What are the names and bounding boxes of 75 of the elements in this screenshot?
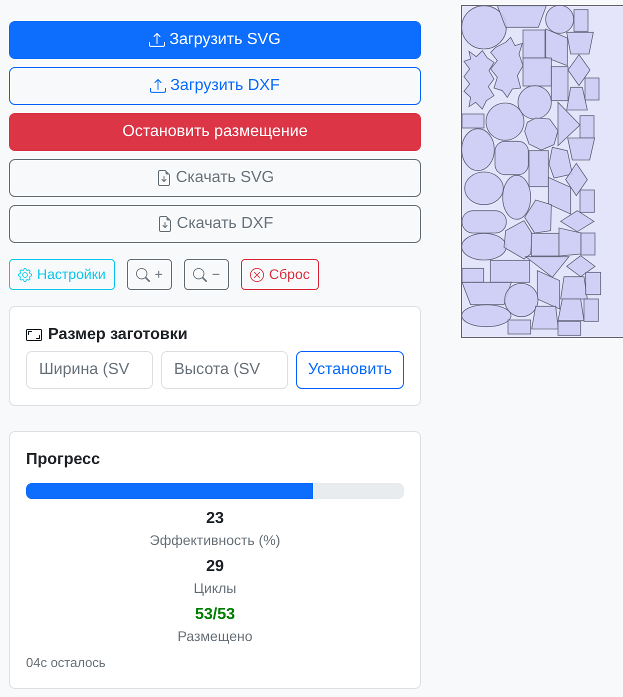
height-input[interactable]: Высота (SV: [161, 351, 288, 389]
rectangle-part: [580, 232, 596, 256]
search-icon: [136, 268, 150, 282]
set-button[interactable]: Установить: [296, 351, 404, 389]
stat-label: Циклы: [194, 579, 236, 598]
diamond-part: [565, 162, 588, 196]
quadrilateral-part: [548, 176, 572, 215]
polygon-part: [524, 200, 552, 234]
download-button[interactable]: Скачать DXF: [9, 205, 421, 243]
polygon-part: [504, 220, 533, 260]
upload-icon: [150, 78, 166, 94]
rectangle-part: [585, 272, 602, 296]
quadrilateral-part: [545, 28, 568, 66]
stop-button[interactable]: Остановить размещение: [9, 113, 421, 151]
file-download-icon: [156, 216, 173, 232]
stat-label: Эффективность (%): [150, 531, 280, 550]
trapezoid-part: [531, 306, 559, 330]
download-button[interactable]: Скачать SVG: [9, 159, 421, 197]
ellipse-part: [464, 172, 504, 206]
circle-part: [518, 85, 552, 120]
diamond-part: [560, 210, 595, 232]
rectangle-part: [522, 30, 546, 58]
reset-button[interactable]: Сброс: [241, 259, 319, 290]
rectangle-part: [490, 260, 530, 283]
stat-value: 23: [206, 509, 224, 529]
search-icon: [192, 268, 207, 282]
zoom-out-button[interactable]: −: [184, 259, 230, 290]
card-title: Размер заготовки: [48, 325, 188, 345]
polygon-part: [524, 118, 558, 150]
stat-value: 29: [206, 557, 224, 577]
polygon-part: [548, 146, 573, 178]
quadrilateral-part: [558, 227, 582, 256]
diamond-part: [566, 255, 596, 278]
rectangle-part: [574, 9, 588, 32]
rounded-rectangle-part: [494, 140, 529, 176]
rectangle-part: [584, 78, 600, 100]
circle-part: [545, 6, 574, 34]
rectangle-part: [462, 268, 484, 283]
diamond-part: [567, 54, 591, 86]
rectangle-part: [528, 150, 549, 188]
rectangle-part: [462, 114, 484, 128]
star-part: [490, 36, 524, 98]
ellipse-part: [462, 232, 507, 260]
rounded-rectangle-part: [462, 210, 507, 234]
rectangle-part: [530, 232, 560, 256]
stat-label: Размещено: [178, 627, 252, 646]
trapezoid-part: [558, 298, 584, 322]
rectangle-part: [508, 320, 532, 334]
star-part: [463, 50, 495, 110]
trapezoid-part: [566, 32, 594, 54]
ellipse-part: [486, 102, 524, 141]
card-title: Прогресс: [26, 450, 101, 470]
ellipse-part: [462, 6, 507, 50]
trapezoid-part: [496, 6, 547, 28]
time-remaining: 04с осталось: [26, 654, 107, 672]
width-input[interactable]: Ширина (SV: [26, 351, 153, 389]
ellipse-part: [462, 304, 512, 328]
zoom-in-button[interactable]: +: [126, 259, 172, 290]
rectangle-part: [580, 190, 595, 213]
aspect-ratio-icon: [26, 327, 42, 343]
trapezoid-part: [567, 138, 596, 160]
upload-icon: [149, 32, 166, 48]
rectangle-part: [558, 320, 582, 336]
rectangle-part: [584, 298, 599, 322]
stat-value: 53/53: [194, 605, 236, 625]
ellipse-part: [502, 174, 532, 220]
upload-button[interactable]: Загрузить SVG: [9, 21, 421, 59]
trapezoid-part: [566, 86, 588, 110]
file-download-icon: [156, 170, 172, 186]
triangle-part: [524, 256, 570, 278]
rectangle-part: [580, 115, 594, 138]
settings-icon: [18, 268, 32, 282]
quadrilateral-part: [536, 270, 560, 310]
upload-button[interactable]: Загрузить DXF: [9, 67, 421, 105]
circle-part: [504, 282, 538, 318]
